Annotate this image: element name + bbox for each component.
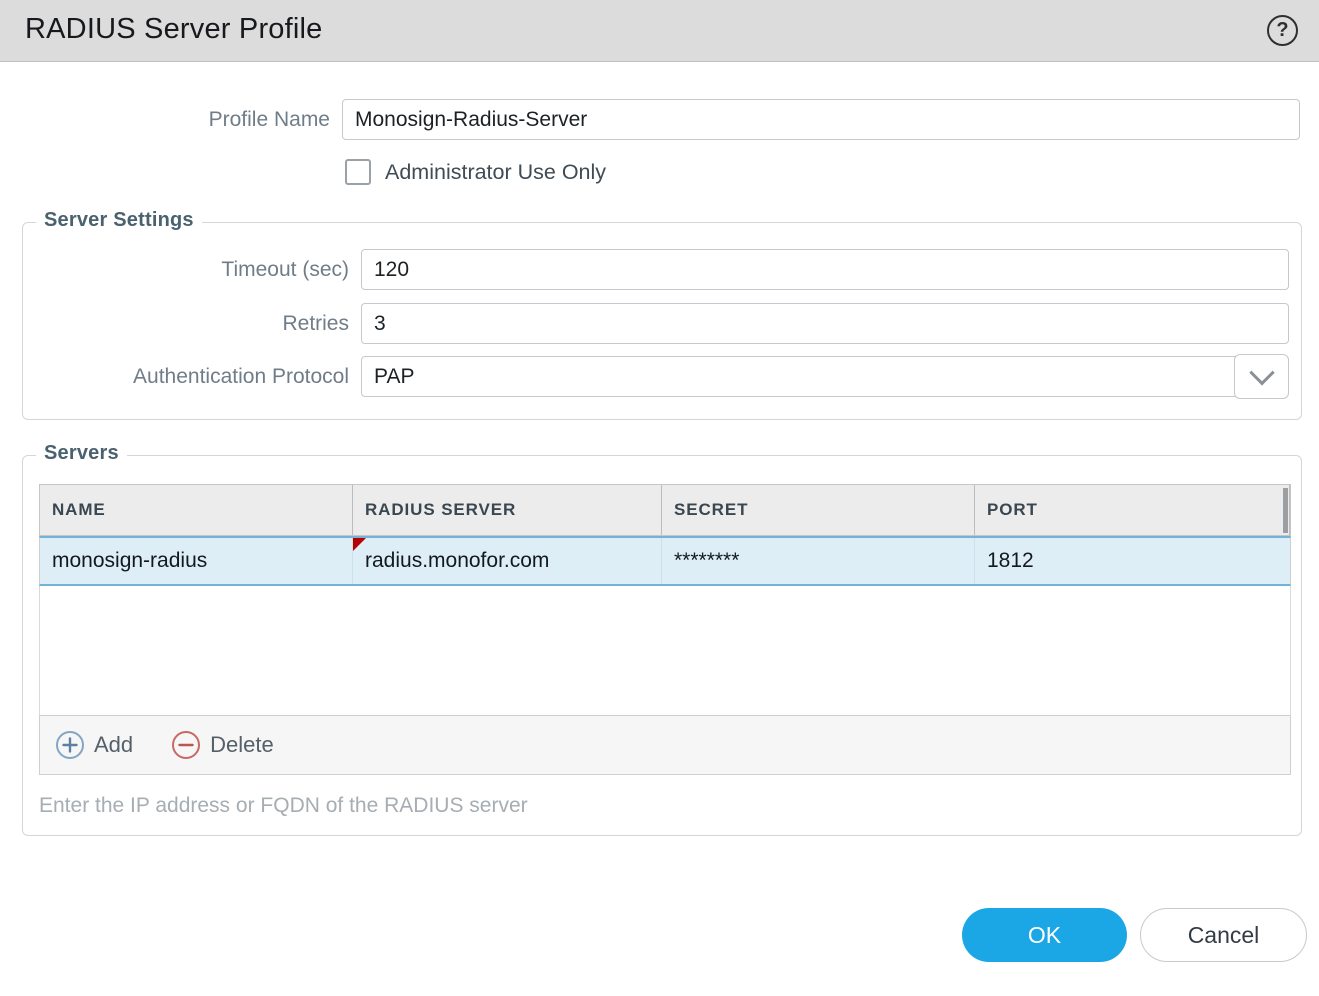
administrator-use-only-label: Administrator Use Only (385, 158, 606, 187)
server-settings-legend: Server Settings (36, 209, 202, 232)
profile-name-label: Profile Name (0, 99, 330, 140)
timeout-input[interactable] (361, 249, 1289, 290)
table-empty-area (39, 586, 1291, 715)
server-settings-groupbox: Server Settings Timeout (sec) Retries Au… (22, 222, 1302, 420)
administrator-use-only-checkbox[interactable] (345, 159, 371, 185)
timeout-label: Timeout (sec) (23, 249, 349, 290)
servers-groupbox: Servers NAME RADIUS SERVER SECRET PORT m… (22, 455, 1302, 836)
table-row[interactable]: monosign-radius radius.monofor.com *****… (39, 536, 1291, 586)
delete-button-label: Delete (210, 732, 274, 758)
table-footer-bar: Add Delete (39, 715, 1291, 775)
dialog-titlebar: RADIUS Server Profile ? (0, 0, 1319, 62)
chevron-down-icon (1249, 360, 1274, 385)
add-button[interactable]: Add (55, 730, 133, 760)
delete-minus-icon (171, 730, 201, 760)
retries-label: Retries (23, 303, 349, 344)
profile-name-input[interactable] (342, 99, 1300, 140)
cell-name[interactable]: monosign-radius (40, 538, 353, 584)
ok-button-label: OK (1028, 922, 1061, 949)
servers-hint-text: Enter the IP address or FQDN of the RADI… (39, 794, 528, 818)
cancel-button[interactable]: Cancel (1140, 908, 1307, 962)
delete-button[interactable]: Delete (171, 730, 274, 760)
authentication-protocol-label: Authentication Protocol (23, 356, 349, 397)
table-scrollbar-thumb[interactable] (1283, 488, 1288, 533)
cell-radius-server[interactable]: radius.monofor.com (353, 538, 662, 584)
help-icon[interactable]: ? (1267, 15, 1298, 46)
authentication-protocol-select[interactable] (361, 356, 1289, 397)
add-button-label: Add (94, 732, 133, 758)
column-header-name[interactable]: NAME (40, 485, 353, 535)
add-plus-icon (55, 730, 85, 760)
dialog-title: RADIUS Server Profile (25, 13, 323, 46)
servers-legend: Servers (36, 442, 127, 465)
column-header-secret[interactable]: SECRET (662, 485, 975, 535)
column-header-port[interactable]: PORT (975, 485, 1290, 535)
servers-table-header: NAME RADIUS SERVER SECRET PORT (39, 484, 1291, 536)
cancel-button-label: Cancel (1188, 922, 1260, 949)
authentication-protocol-dropdown-button[interactable] (1234, 354, 1289, 399)
cell-secret[interactable]: ******** (662, 538, 975, 584)
column-header-radius-server[interactable]: RADIUS SERVER (353, 485, 662, 535)
servers-table: NAME RADIUS SERVER SECRET PORT monosign-… (39, 484, 1291, 775)
ok-button[interactable]: OK (962, 908, 1127, 962)
help-icon-glyph: ? (1276, 19, 1288, 42)
retries-input[interactable] (361, 303, 1289, 344)
cell-port[interactable]: 1812 (975, 538, 1290, 584)
